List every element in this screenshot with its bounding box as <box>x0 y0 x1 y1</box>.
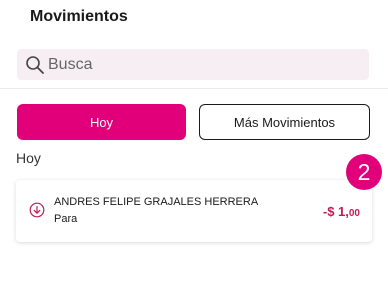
section-label: Hoy <box>16 150 41 166</box>
tab-hoy[interactable]: Hoy <box>17 104 186 140</box>
tab-mas-movimientos[interactable]: Más Movimientos <box>199 104 370 140</box>
amount-main: -$ 1, <box>322 204 349 219</box>
transaction-amount: -$ 1,00 <box>323 204 360 219</box>
amount-cents: 00 <box>348 208 360 219</box>
arrow-down-circle-icon <box>29 202 45 218</box>
transaction-subtitle: Para <box>54 213 78 225</box>
search-icon <box>25 55 45 75</box>
search-placeholder: Busca <box>48 55 93 73</box>
count-badge: 2 <box>346 154 382 190</box>
search-input[interactable]: Busca <box>17 49 369 80</box>
transaction-name: ANDRES FELIPE GRAJALES HERRERA <box>54 196 259 208</box>
page-title: Movimientos <box>30 8 128 25</box>
transaction-card[interactable]: ANDRES FELIPE GRAJALES HERRERA Para -$ 1… <box>16 180 372 242</box>
divider <box>0 88 388 89</box>
